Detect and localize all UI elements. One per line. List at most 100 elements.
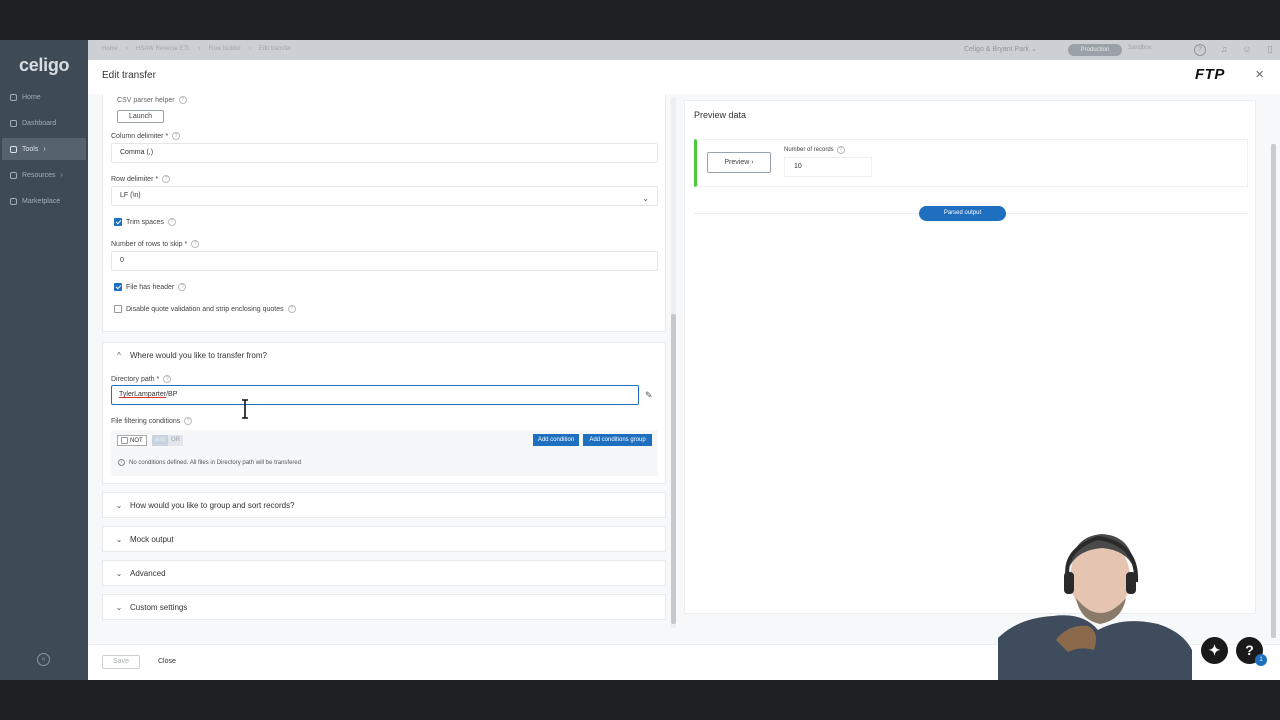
add-condition-button[interactable]: Add condition (533, 434, 579, 446)
directory-path-input[interactable]: TylerLamparter/BP (111, 385, 639, 405)
save-button[interactable]: Save (102, 655, 140, 669)
sidebar-item-home[interactable]: Home (2, 86, 86, 108)
directory-path-label: Directory path * ? (111, 375, 172, 383)
help-icon[interactable]: ? (162, 175, 171, 183)
note-text: No conditions defined. All files in Dire… (129, 459, 302, 466)
breadcrumb-item[interactable]: HSAW Reverse ETL (136, 46, 190, 52)
more-icon[interactable]: ▯ (1264, 44, 1276, 56)
help-icon[interactable]: ? (178, 283, 187, 291)
label-text: Trim spaces (126, 218, 164, 226)
row-delimiter-select[interactable]: LF (\n) ⌄ (111, 186, 658, 206)
column-delimiter-field[interactable]: Comma (,) (111, 143, 658, 163)
help-icon[interactable]: ? (172, 132, 181, 140)
dashboard-icon (10, 119, 17, 127)
launch-button[interactable]: Launch (117, 110, 164, 123)
sidebar-item-dashboard[interactable]: Dashboard (2, 112, 86, 134)
help-icon[interactable]: ? (163, 375, 172, 383)
help-icon[interactable]: ? (191, 240, 200, 248)
custom-settings-section[interactable]: ⌄ Custom settings (102, 594, 666, 620)
app-sidebar: celigo Home Dashboard Tools › Resources … (0, 40, 88, 680)
rows-to-skip-label: Number of rows to skip * ? (111, 240, 200, 248)
chevron-up-icon: ^ (117, 351, 121, 360)
or-option[interactable]: OR (168, 435, 184, 446)
conditions-builder: NOT and OR Add condition Add conditions … (111, 430, 658, 476)
label-text: Row delimiter * (111, 175, 159, 183)
scrollbar-thumb[interactable] (1271, 144, 1276, 638)
add-conditions-group-button[interactable]: Add conditions group (583, 434, 652, 446)
form-scrollbar[interactable] (671, 98, 676, 628)
not-checkbox[interactable] (121, 437, 128, 444)
group-sort-section[interactable]: ⌄ How would you like to group and sort r… (102, 492, 666, 518)
misspelled-text: TylerLamparter (119, 391, 167, 398)
not-label: NOT (130, 437, 143, 444)
preview-button[interactable]: Preview › (707, 152, 771, 173)
file-has-header-row: File has header ? (114, 283, 187, 291)
label-text: Number of rows to skip * (111, 240, 188, 248)
chevron-right-icon: › (43, 145, 46, 153)
section-header: ⌄ How would you like to group and sort r… (115, 501, 295, 510)
collapse-sidebar-icon[interactable]: « (37, 653, 50, 666)
account-selector[interactable]: Celigo & Bryant Park ⌄ (964, 45, 1037, 53)
help-icon[interactable]: ? (1194, 44, 1206, 56)
section-title: Advanced (130, 569, 166, 578)
chevron-down-icon: ⌄ (115, 569, 123, 578)
field-value: LF (\n) (120, 192, 141, 199)
marketplace-icon (10, 197, 17, 205)
and-option[interactable]: and (152, 435, 169, 446)
file-has-header-checkbox[interactable] (114, 283, 122, 291)
sidebar-item-tools[interactable]: Tools › (2, 138, 86, 160)
trim-spaces-row: Trim spaces ? (114, 218, 176, 226)
environment-sandbox[interactable]: Sandbox (1128, 45, 1152, 51)
preview-scrollbar[interactable] (1271, 144, 1276, 638)
column-delimiter-label: Column delimiter * ? (111, 132, 181, 140)
advanced-section[interactable]: ⌄ Advanced (102, 560, 666, 586)
disable-quote-checkbox[interactable] (114, 305, 122, 313)
csv-parser-helper-label: CSV parser helper ? (117, 96, 187, 104)
and-or-toggle[interactable]: and OR (152, 435, 184, 446)
help-icon[interactable]: ? (836, 146, 845, 154)
user-icon[interactable]: ☺ (1241, 44, 1253, 56)
parsed-output-tab[interactable]: Parsed output (919, 206, 1006, 221)
sidebar-item-resources[interactable]: Resources › (2, 164, 86, 186)
scrollbar-thumb[interactable] (671, 314, 676, 624)
chevron-down-icon: ⌄ (642, 194, 649, 203)
section-title: How would you like to group and sort rec… (130, 501, 295, 510)
label-text: File has header (126, 283, 175, 291)
handlebars-editor-icon[interactable]: ✎ (645, 390, 653, 401)
ai-assistant-icon[interactable]: ✦ (1201, 637, 1228, 664)
close-icon[interactable]: ✕ (1255, 68, 1264, 81)
chevron-down-icon: ⌄ (1030, 46, 1037, 53)
preview-controls: Preview › Number of records ? 10 (694, 139, 1248, 187)
not-toggle[interactable]: NOT (117, 435, 147, 446)
mock-output-section[interactable]: ⌄ Mock output (102, 526, 666, 552)
notifications-icon[interactable]: ♫ (1218, 44, 1230, 56)
help-icon[interactable]: ? (184, 417, 193, 425)
number-of-records-field[interactable]: 10 (784, 157, 872, 177)
transfer-from-header[interactable]: ^ Where would you like to transfer from? (115, 351, 267, 360)
section-title: Custom settings (130, 603, 188, 612)
environment-production[interactable]: Production (1068, 44, 1122, 56)
number-of-records-label: Number of records ? (784, 146, 845, 154)
help-icon[interactable]: ? (167, 218, 176, 226)
sidebar-item-marketplace[interactable]: Marketplace (2, 190, 86, 212)
breadcrumb-separator: › (198, 46, 201, 52)
section-header: ⌄ Custom settings (115, 603, 188, 612)
label-text: Disable quote validation and strip enclo… (126, 305, 284, 313)
close-button[interactable]: Close (158, 658, 176, 665)
trim-spaces-checkbox[interactable] (114, 218, 122, 226)
chevron-down-icon: ⌄ (115, 603, 123, 612)
account-name: Celigo & Bryant Park (964, 46, 1029, 53)
help-icon[interactable]: ? (287, 305, 296, 313)
text-cursor-icon (242, 399, 248, 419)
breadcrumb-item: Edit transfer (258, 46, 292, 52)
row-delimiter-label: Row delimiter * ? (111, 175, 171, 183)
section-title: Mock output (130, 535, 174, 544)
rows-to-skip-field[interactable]: 0 (111, 251, 658, 271)
chevron-down-icon: ⌄ (115, 501, 123, 510)
breadcrumb-item[interactable]: Flow builder (208, 46, 240, 52)
file-filtering-label: File filtering conditions ? (111, 417, 193, 425)
breadcrumb: Home › HSAW Reverse ETL › Flow builder ›… (102, 46, 291, 52)
breadcrumb-item[interactable]: Home (102, 46, 118, 52)
breadcrumb-separator: › (126, 46, 129, 52)
help-icon[interactable]: ? (178, 96, 187, 104)
